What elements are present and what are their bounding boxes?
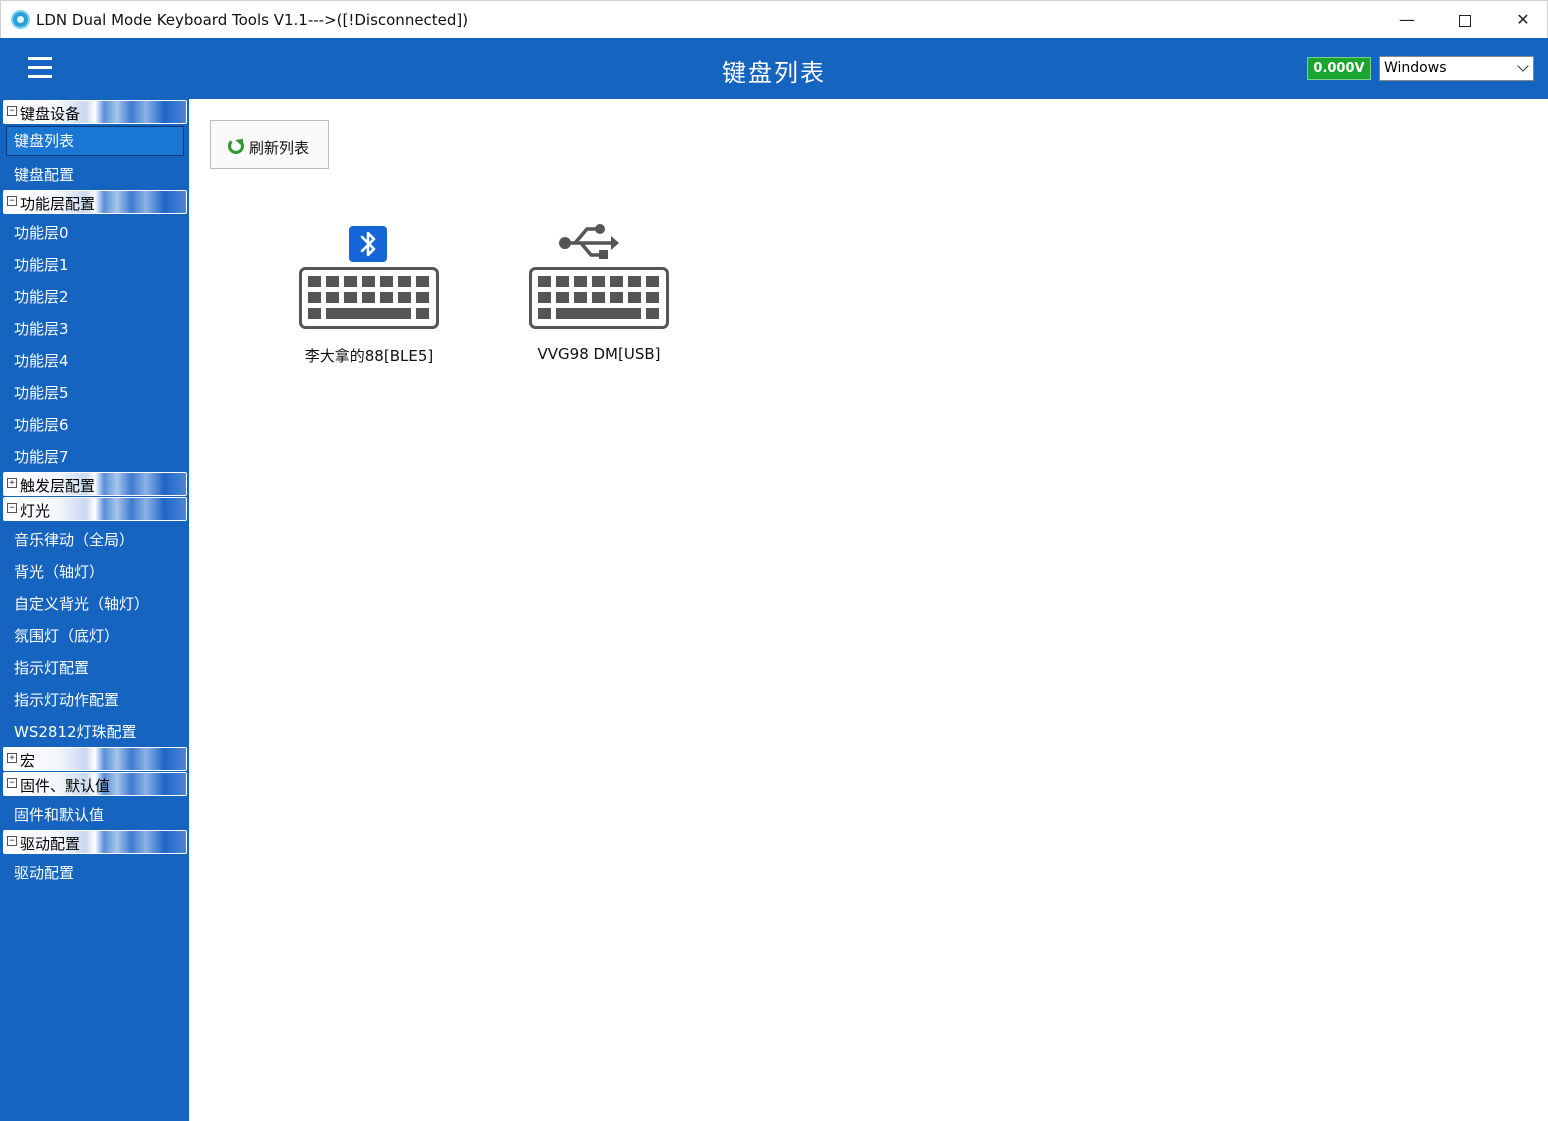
refresh-list-button[interactable]: 刷新列表 (210, 120, 329, 169)
keyboard-icon (299, 267, 439, 329)
collapse-icon[interactable]: − (7, 106, 17, 116)
chevron-down-icon (1517, 60, 1529, 72)
sidebar-item-music-rhythm[interactable]: 音乐律动（全局） (14, 529, 134, 550)
window-title: LDN Dual Mode Keyboard Tools V1.1--->([!… (36, 11, 469, 29)
close-button[interactable]: ✕ (1494, 1, 1548, 39)
device-card-bluetooth[interactable]: 李大拿的88[BLE5] (259, 222, 439, 372)
device-card-usb[interactable]: VVG98 DM[USB] (489, 222, 669, 372)
collapse-icon[interactable]: − (7, 196, 17, 206)
device-name: VVG98 DM[USB] (537, 345, 661, 363)
maximize-icon (1459, 14, 1471, 27)
window-titlebar: LDN Dual Mode Keyboard Tools V1.1--->([!… (0, 0, 1548, 38)
sidebar-item-layer7[interactable]: 功能层7 (14, 446, 69, 467)
sidebar-group-label: 键盘设备 (20, 105, 81, 123)
sidebar-item-layer0[interactable]: 功能层0 (14, 222, 69, 243)
sidebar-group-keyboard-device[interactable]: − 键盘设备 (3, 100, 187, 124)
sidebar-group-label: 灯光 (20, 502, 51, 520)
app-logo-icon (11, 10, 30, 29)
sidebar-group-trigger-config[interactable]: + 触发层配置 (3, 472, 187, 496)
minimize-button[interactable]: — (1378, 1, 1436, 39)
sidebar-group-lighting[interactable]: − 灯光 (3, 497, 187, 521)
collapse-icon[interactable]: − (7, 503, 17, 513)
sidebar-item-layer1[interactable]: 功能层1 (14, 254, 69, 275)
sidebar-item-driver-config[interactable]: 驱动配置 (14, 862, 74, 883)
sidebar-item-layer2[interactable]: 功能层2 (14, 286, 69, 307)
refresh-icon (228, 138, 244, 154)
sidebar-item-indicator-config[interactable]: 指示灯配置 (14, 657, 89, 678)
sidebar-item-keyboard-config[interactable]: 键盘配置 (14, 164, 74, 185)
sidebar-item-indicator-action[interactable]: 指示灯动作配置 (14, 689, 119, 710)
sidebar-item-firmware-defaults[interactable]: 固件和默认值 (14, 804, 104, 825)
device-name: 李大拿的88[BLE5] (304, 347, 434, 365)
bluetooth-icon (349, 226, 387, 262)
sidebar-item-layer3[interactable]: 功能层3 (14, 318, 69, 339)
maximize-button[interactable] (1436, 1, 1494, 39)
sidebar-item-backlight[interactable]: 背光（轴灯） (14, 561, 104, 582)
app-header: 键盘列表 0.000V Windows (0, 38, 1548, 99)
voltage-badge: 0.000V (1307, 57, 1371, 80)
sidebar-item-keyboard-list[interactable]: 键盘列表 (6, 126, 184, 156)
os-select[interactable]: Windows (1379, 56, 1534, 81)
expand-icon[interactable]: + (7, 478, 17, 488)
collapse-icon[interactable]: − (7, 836, 17, 846)
refresh-list-label: 刷新列表 (249, 139, 310, 157)
sidebar-item-custom-backlight[interactable]: 自定义背光（轴灯） (14, 593, 149, 614)
sidebar-group-macro[interactable]: + 宏 (3, 747, 187, 771)
sidebar-item-layer6[interactable]: 功能层6 (14, 414, 69, 435)
os-select-value: Windows (1384, 60, 1447, 76)
sidebar-group-driver[interactable]: − 驱动配置 (3, 830, 187, 854)
sidebar-item-ambient-light[interactable]: 氛围灯（底灯） (14, 625, 119, 646)
sidebar-group-firmware[interactable]: − 固件、默认值 (3, 772, 187, 796)
sidebar-item-ws2812[interactable]: WS2812灯珠配置 (14, 721, 137, 742)
expand-icon[interactable]: + (7, 753, 17, 763)
sidebar-group-label: 触发层配置 (20, 477, 96, 495)
keyboard-icon (529, 267, 669, 329)
sidebar-group-label: 固件、默认值 (20, 777, 111, 795)
sidebar-item-layer5[interactable]: 功能层5 (14, 382, 69, 403)
collapse-icon[interactable]: − (7, 778, 17, 788)
sidebar-group-label: 宏 (20, 752, 36, 770)
sidebar-group-label: 功能层配置 (20, 195, 96, 213)
sidebar-group-label: 驱动配置 (20, 835, 81, 853)
usb-icon (559, 224, 619, 259)
sidebar-group-layer-config[interactable]: − 功能层配置 (3, 190, 187, 214)
sidebar-item-layer4[interactable]: 功能层4 (14, 350, 69, 371)
